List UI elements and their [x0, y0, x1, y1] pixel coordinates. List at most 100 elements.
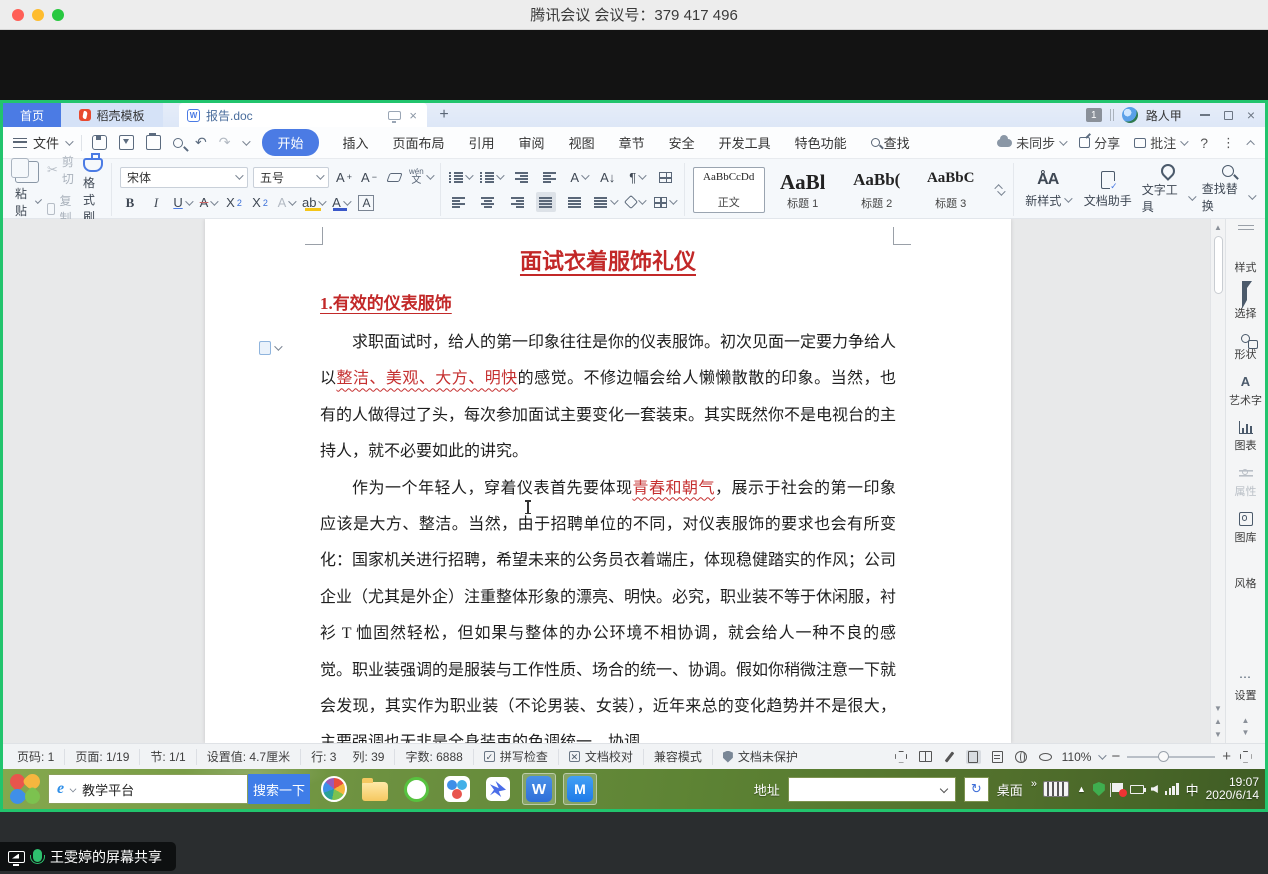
sidebar-item-properties[interactable]: 属性 — [1235, 466, 1257, 499]
margin-widget[interactable] — [259, 341, 280, 355]
print-icon[interactable] — [146, 135, 161, 150]
font-size-select[interactable]: 五号 — [253, 167, 329, 188]
more-menu-button[interactable]: ⋮ — [1222, 135, 1235, 151]
style-heading2[interactable]: AaBb( 标题 2 — [841, 167, 913, 213]
increase-indent-button[interactable] — [540, 167, 560, 187]
align-center-button[interactable] — [478, 192, 498, 212]
zoom-chevron-icon[interactable] — [1099, 751, 1107, 759]
justify-button[interactable] — [536, 192, 556, 212]
tray-shield-icon[interactable] — [1093, 782, 1105, 796]
menu-tab-special-features[interactable]: 特色功能 — [795, 133, 847, 152]
user-name[interactable]: 路人甲 — [1146, 107, 1182, 124]
browser-360-icon[interactable] — [317, 773, 351, 805]
line-spacing-button[interactable] — [594, 192, 616, 212]
undo-icon[interactable]: ↶ — [195, 134, 207, 151]
thunder-icon[interactable] — [481, 773, 515, 805]
numbered-list-button[interactable] — [480, 167, 502, 187]
menu-tab-dev-tools[interactable]: 开发工具 — [719, 133, 771, 152]
tab-document[interactable]: W 报告.doc × — [179, 103, 427, 127]
collapse-ribbon-icon[interactable] — [1246, 140, 1254, 148]
zoom-level[interactable]: 110% — [1062, 750, 1092, 764]
sidebar-item-styles[interactable]: 样式 — [1235, 242, 1257, 275]
char-scale-button[interactable]: A — [569, 167, 589, 187]
task-list-icon[interactable] — [1110, 109, 1114, 121]
rail-scroll-down-icon[interactable]: ▼ — [1242, 728, 1250, 737]
print-layout-icon[interactable] — [966, 750, 981, 764]
app-minimize-button[interactable] — [1200, 114, 1210, 116]
underline-button[interactable]: U — [172, 193, 192, 213]
zoom-slider-thumb[interactable] — [1158, 751, 1169, 762]
wps-writer-taskbar-icon[interactable]: W — [522, 773, 556, 805]
highlight-button[interactable]: ab — [302, 193, 324, 213]
tray-expand-icon[interactable]: ▲ — [1077, 784, 1086, 794]
taskbar-search[interactable]: e 教学平台 搜索一下 — [48, 774, 310, 804]
bold-button[interactable]: B — [120, 193, 140, 213]
sidebar-item-gallery[interactable]: 图库 — [1235, 512, 1257, 545]
search-go-button[interactable]: 搜索一下 — [248, 774, 310, 804]
status-word-count[interactable]: 字数: 6888 — [395, 749, 473, 765]
app-restore-button[interactable] — [1224, 111, 1233, 120]
rail-scroll-up-icon[interactable]: ▲ — [1242, 716, 1250, 725]
bullet-list-button[interactable] — [449, 167, 471, 187]
write-mode-icon[interactable] — [942, 750, 957, 764]
start-button[interactable] — [9, 773, 41, 805]
menu-find[interactable]: 查找 — [871, 133, 910, 152]
address-go-icon[interactable]: ↻ — [964, 777, 989, 802]
spell-check-toggle[interactable]: ✓拼写检查 — [474, 749, 559, 765]
menu-tab-home[interactable]: 开始 — [262, 129, 318, 156]
zoom-out-button[interactable]: − — [1111, 748, 1120, 765]
safe-360-icon[interactable] — [399, 773, 433, 805]
menu-tab-insert[interactable]: 插入 — [343, 133, 369, 152]
redo-icon[interactable]: ↷ — [219, 134, 231, 151]
zoom-in-button[interactable]: + — [1222, 748, 1231, 765]
tray-flag-alert-icon[interactable] — [1112, 783, 1123, 792]
desktop-toolbar-label[interactable]: 桌面 — [997, 780, 1023, 799]
sidebar-item-settings[interactable]: ⋯设置 — [1235, 670, 1257, 703]
text-effects-button[interactable]: A — [276, 193, 296, 213]
tab-present-icon[interactable] — [388, 111, 401, 120]
tencent-meeting-taskbar-icon[interactable]: M — [563, 773, 597, 805]
new-tab-button[interactable]: + — [427, 103, 461, 127]
menu-tab-review[interactable]: 审阅 — [519, 133, 545, 152]
tab-home[interactable]: 首页 — [3, 103, 61, 127]
next-page-icon[interactable]: ▼ — [1214, 730, 1222, 739]
menu-tab-references[interactable]: 引用 — [469, 133, 495, 152]
wps-cloud-icon[interactable] — [440, 773, 474, 805]
task-count-badge[interactable]: 1 — [1086, 108, 1102, 122]
web-layout-icon[interactable] — [1014, 750, 1029, 764]
file-explorer-icon[interactable] — [358, 773, 392, 805]
app-close-button[interactable]: × — [1247, 108, 1255, 122]
scrollbar-thumb[interactable] — [1214, 236, 1223, 294]
tray-battery-icon[interactable] — [1130, 785, 1144, 794]
sidebar-item-wordart[interactable]: A艺术字 — [1229, 375, 1262, 408]
export-pdf-icon[interactable] — [119, 135, 134, 150]
find-replace-button[interactable]: 查找替换 — [1202, 165, 1254, 214]
eye-protect-icon[interactable] — [1038, 750, 1053, 764]
share-button[interactable]: 分享 — [1079, 133, 1120, 152]
menu-tab-section[interactable]: 章节 — [619, 133, 645, 152]
style-heading1[interactable]: AaBl 标题 1 — [767, 167, 839, 213]
insert-table-quick-button[interactable] — [656, 167, 676, 187]
menu-tab-view[interactable]: 视图 — [569, 133, 595, 152]
fullscreen-view-icon[interactable] — [894, 750, 909, 764]
doc-protection-label[interactable]: 文档未保护 — [713, 749, 808, 765]
italic-button[interactable]: I — [146, 193, 166, 213]
decrease-indent-button[interactable] — [511, 167, 531, 187]
char-border-button[interactable]: A — [356, 193, 376, 213]
document-page[interactable]: 面试衣着服饰礼仪 1.有效的仪表服饰 求职面试时，给人的第一印象往往是你的仪表服… — [205, 219, 1011, 743]
read-layout-icon[interactable] — [918, 750, 933, 764]
search-engine-chevron-icon[interactable] — [70, 786, 77, 793]
help-button[interactable]: ? — [1200, 135, 1208, 151]
address-chevron-icon[interactable] — [940, 785, 948, 793]
sidebar-item-theme[interactable]: 风格 — [1235, 558, 1257, 591]
clear-format-button[interactable] — [384, 167, 404, 187]
ime-indicator[interactable]: 中 — [1186, 780, 1199, 799]
menu-tab-page-layout[interactable]: 页面布局 — [393, 133, 445, 152]
borders-button[interactable] — [654, 192, 675, 212]
cut-button[interactable]: ✂剪切 — [47, 153, 75, 187]
fit-page-icon[interactable] — [1238, 750, 1253, 764]
tray-volume-icon[interactable] — [1151, 785, 1158, 793]
tray-network-icon[interactable] — [1165, 783, 1179, 795]
subscript-button[interactable]: X2 — [250, 193, 270, 213]
save-icon[interactable] — [92, 135, 107, 150]
